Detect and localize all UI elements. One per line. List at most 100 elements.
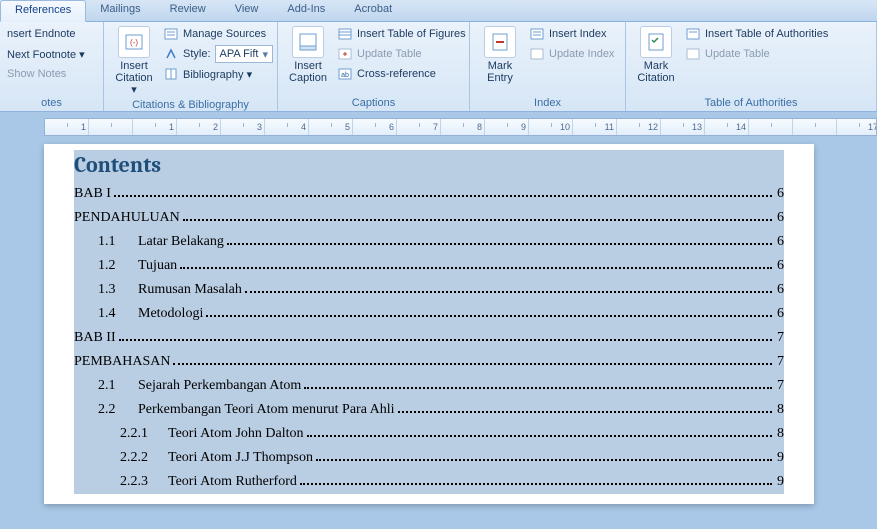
toc-leader [304, 387, 772, 389]
ruler-mark: 9 [485, 119, 529, 135]
toc-entry-page: 8 [775, 426, 784, 442]
toc-leader [300, 483, 772, 485]
manage-sources-label: Manage Sources [183, 28, 266, 40]
insert-toa-icon [685, 26, 701, 42]
toc-entry-text: BAB I [74, 186, 111, 202]
tab-review[interactable]: Review [156, 0, 221, 21]
insert-caption-button[interactable]: Insert Caption [282, 24, 334, 86]
tab-acrobat[interactable]: Acrobat [340, 0, 407, 21]
insert-citation-button[interactable]: (-) Insert Citation ▾ [108, 24, 160, 98]
ruler-mark [89, 119, 133, 135]
toc-entry-number: 2.2.1 [74, 426, 168, 442]
toc-entry-page: 9 [775, 450, 784, 466]
toc-leader [183, 219, 772, 221]
group-authorities: Mark Citation Insert Table of Authoritie… [626, 22, 877, 111]
mark-citation-icon [640, 26, 672, 58]
toc-entry[interactable]: 2.2.2Teori Atom J.J Thompson9 [74, 446, 784, 470]
group-citations: (-) Insert Citation ▾ Manage Sources Sty… [104, 22, 278, 111]
toc-leader [180, 267, 772, 269]
tab-view[interactable]: View [221, 0, 274, 21]
toc-entry-page: 9 [775, 474, 784, 490]
bibliography-label: Bibliography ▾ [183, 68, 252, 81]
insert-table-figures-button[interactable]: Insert Table of Figures [334, 24, 469, 44]
insert-endnote-button[interactable]: nsert Endnote [4, 24, 79, 44]
toc-entry-text: PENDAHULUAN [74, 210, 180, 226]
toc-entry[interactable]: PENDAHULUAN6 [74, 206, 784, 230]
toc-entry[interactable]: 2.2.1Teori Atom John Dalton 8 [74, 422, 784, 446]
toc-entry[interactable]: 1.2Tujuan6 [74, 254, 784, 278]
show-notes-button[interactable]: Show Notes [4, 64, 69, 84]
ruler-mark: 4 [265, 119, 309, 135]
toc-entry-text: Latar Belakang [138, 234, 224, 250]
style-select[interactable]: Style: APA Fift ▾ [160, 44, 276, 64]
toc-entry-page: 7 [775, 378, 784, 394]
horizontal-ruler[interactable]: 112345678910111213141718 [44, 118, 877, 136]
ruler-mark: 14 [705, 119, 749, 135]
mark-entry-button[interactable]: Mark Entry [474, 24, 526, 86]
next-footnote-label: Next Footnote ▾ [7, 48, 85, 61]
group-footnotes-label: otes [4, 96, 99, 111]
update-index-button[interactable]: Update Index [526, 44, 617, 64]
toc-entry[interactable]: 2.2.3Teori Atom Rutherford9 [74, 470, 784, 494]
toc-entry-number: 2.2.2 [74, 450, 168, 466]
toc-entry[interactable]: 2.1Sejarah Perkembangan Atom7 [74, 374, 784, 398]
ruler-mark: 1 [133, 119, 177, 135]
toc-entry[interactable]: PEMBAHASAN7 [74, 350, 784, 374]
toc-entry-number: 1.3 [74, 282, 138, 298]
group-index-label: Index [474, 96, 621, 111]
toc-leader [227, 243, 772, 245]
next-footnote-button[interactable]: Next Footnote ▾ [4, 44, 88, 64]
tab-references[interactable]: References [0, 0, 86, 22]
ruler-mark: 6 [353, 119, 397, 135]
cross-reference-label: Cross-reference [357, 68, 436, 80]
document-page[interactable]: Contents BAB I6PENDAHULUAN61.1Latar Bela… [44, 144, 814, 504]
tab-mailings[interactable]: Mailings [86, 0, 155, 21]
bibliography-icon [163, 66, 179, 82]
toc-entry-text: BAB II [74, 330, 116, 346]
update-table-captions-button[interactable]: Update Table [334, 44, 469, 64]
toc-entry-text: Teori Atom Rutherford [168, 474, 297, 490]
toc-entry[interactable]: 2.2Perkembangan Teori Atom menurut Para … [74, 398, 784, 422]
toc-leader [307, 435, 772, 437]
toc-entry-text: Tujuan [138, 258, 177, 274]
toc-entry-page: 7 [775, 330, 784, 346]
ruler-mark: 5 [309, 119, 353, 135]
cross-reference-button[interactable]: ab Cross-reference [334, 64, 469, 84]
ribbon: nsert Endnote Next Footnote ▾ Show Notes… [0, 22, 877, 112]
toc-entry[interactable]: BAB I 6 [74, 182, 784, 206]
show-notes-label: Show Notes [7, 68, 66, 80]
svg-text:(-): (-) [130, 38, 138, 47]
toc-entry-number: 1.4 [74, 306, 138, 322]
insert-index-button[interactable]: Insert Index [526, 24, 617, 44]
toc-entry-text: Rumusan Masalah [138, 282, 242, 298]
group-footnotes: nsert Endnote Next Footnote ▾ Show Notes… [0, 22, 104, 111]
toc-entry-page: 6 [775, 186, 784, 202]
mark-citation-button[interactable]: Mark Citation [630, 24, 682, 86]
toc-entry[interactable]: 1.4Metodologi6 [74, 302, 784, 326]
update-toa-button[interactable]: Update Table [682, 44, 831, 64]
toc-entry-number: 2.1 [74, 378, 138, 394]
ruler-mark: 11 [573, 119, 617, 135]
ruler-mark: 7 [397, 119, 441, 135]
insert-toa-label: Insert Table of Authorities [705, 28, 828, 40]
manage-sources-button[interactable]: Manage Sources [160, 24, 276, 44]
ruler-area: 112345678910111213141718 [0, 112, 877, 136]
ruler-mark: 3 [221, 119, 265, 135]
toc-body: BAB I6PENDAHULUAN61.1Latar Belakang61.2T… [74, 182, 784, 494]
toc-entry-text: Teori Atom John Dalton [168, 426, 304, 442]
ruler-mark: 13 [661, 119, 705, 135]
toc-entry-page: 6 [775, 234, 784, 250]
bibliography-button[interactable]: Bibliography ▾ [160, 64, 276, 84]
toc-entry-number: 1.1 [74, 234, 138, 250]
toc-leader [206, 315, 772, 317]
toc-entry[interactable]: 1.3Rumusan Masalah6 [74, 278, 784, 302]
svg-text:ab: ab [341, 72, 349, 79]
toc-entry-number: 1.2 [74, 258, 138, 274]
toc-entry-page: 7 [775, 354, 784, 370]
tab-addins[interactable]: Add-Ins [273, 0, 340, 21]
insert-toa-button[interactable]: Insert Table of Authorities [682, 24, 831, 44]
style-combo[interactable]: APA Fift ▾ [215, 45, 273, 63]
toc-entry[interactable]: BAB II 7 [74, 326, 784, 350]
toc-entry[interactable]: 1.1Latar Belakang 6 [74, 230, 784, 254]
update-table-icon [337, 46, 353, 62]
